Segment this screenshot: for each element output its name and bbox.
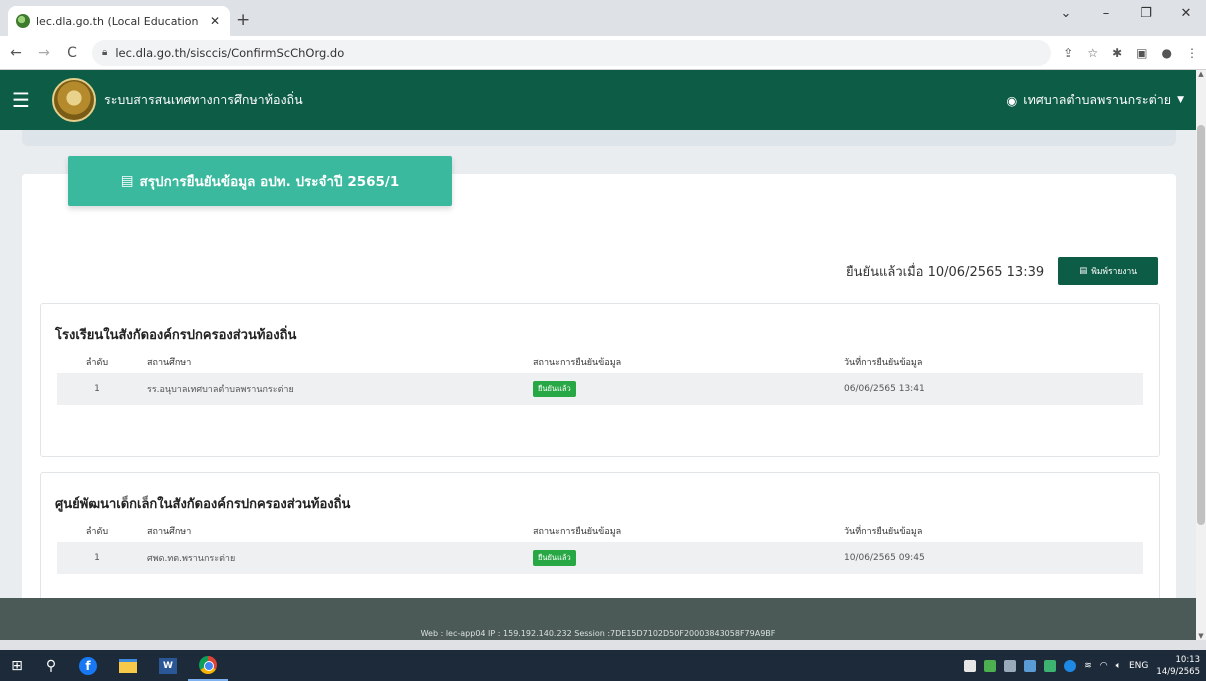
section-heading: โรงเรียนในสังกัดองค์กรปกครองส่วนท้องถิ่น <box>55 328 297 343</box>
user-name: เทศบาลตำบลพรานกระต่าย <box>1023 92 1172 107</box>
url-text: lec.dla.go.th/sisccis/ConfirmScChOrg.do <box>115 45 345 60</box>
table-header: ลำดับ สถานศึกษา สถานะการยืนยันข้อมูล วัน… <box>57 351 1143 373</box>
card-title: ▤ สรุปการยืนยันข้อมูล อปท. ประจำปี 2565/… <box>68 156 452 206</box>
confirmed-timestamp: ยืนยันแล้วเมื่อ 10/06/2565 13:39 <box>846 264 1045 280</box>
share-icon[interactable]: ⇪ <box>1063 46 1073 60</box>
tray-app-icon[interactable] <box>1044 659 1057 672</box>
user-menu[interactable]: ◉ เทศบาลตำบลพรานกระต่าย ▼ <box>1006 90 1184 110</box>
dla-logo <box>52 78 96 122</box>
footer-session-info: Web : lec-app04 IP : 159.192.140.232 Ses… <box>420 629 776 638</box>
side-panel-icon[interactable]: ▣ <box>1136 46 1147 60</box>
hamburger-menu-icon[interactable]: ☰ <box>12 88 38 112</box>
clock-time: 10:13 <box>1175 654 1201 665</box>
new-tab-button[interactable]: + <box>236 10 250 30</box>
tab-close-icon[interactable]: ✕ <box>208 14 222 28</box>
section-heading: ศูนย์พัฒนาเด็กเล็กในสังกัดองค์กรปกครองส่… <box>55 497 351 512</box>
print-report-button[interactable]: ▤ พิมพ์รายงาน <box>1058 257 1159 285</box>
row-date: 10/06/2565 09:45 <box>844 553 925 563</box>
window-controls: ⌄ – ❐ ✕ <box>1046 0 1206 30</box>
row-no: 1 <box>94 553 100 563</box>
search-icon[interactable]: ⚲ <box>34 650 68 681</box>
app-header: ☰ ระบบสารสนเทศทางการศึกษาท้องถิ่น ◉ เทศบ… <box>0 70 1196 130</box>
minimize-button[interactable]: – <box>1086 0 1126 30</box>
word-icon: W <box>159 657 177 674</box>
tray-app-icon[interactable] <box>1004 659 1017 672</box>
col-status: สถานะการยืนยันข้อมูล <box>533 527 622 537</box>
row-no: 1 <box>94 384 100 394</box>
wifi-icon[interactable]: ◠ <box>1100 661 1108 671</box>
forward-arrow-icon[interactable]: → <box>36 45 52 61</box>
reload-icon[interactable]: C <box>64 45 80 61</box>
language-indicator[interactable]: ENG <box>1129 661 1148 671</box>
row-date: 06/06/2565 13:41 <box>844 384 925 394</box>
clock-date: 14/9/2565 <box>1156 666 1200 677</box>
print-document-icon: ▤ <box>1079 266 1088 276</box>
col-school: สถานศึกษา <box>147 358 192 368</box>
taskbar-facebook[interactable]: f <box>68 650 108 681</box>
browser-tools: ⇪ ☆ ✱ ▣ ● ⋮ <box>1063 46 1198 60</box>
table-header: ลำดับ สถานศึกษา สถานะการยืนยันข้อมูล วัน… <box>57 520 1143 542</box>
col-school: สถานศึกษา <box>147 527 192 537</box>
chrome-icon <box>199 655 217 674</box>
windows-start-icon[interactable]: ⊞ <box>0 650 34 681</box>
taskbar-file-explorer[interactable] <box>108 650 148 681</box>
bluetooth-icon[interactable] <box>1064 659 1077 672</box>
document-icon: ▤ <box>120 173 134 189</box>
row-status-cell: ยืนยันแล้ว <box>533 550 844 566</box>
browser-tab[interactable]: lec.dla.go.th (Local Education Ce ✕ <box>8 6 230 36</box>
col-no: ลำดับ <box>85 527 109 537</box>
status-badge: ยืนยันแล้ว <box>533 381 576 397</box>
taskbar-word[interactable]: W <box>148 650 188 681</box>
top-card-edge <box>22 130 1176 146</box>
file-explorer-icon <box>119 658 137 673</box>
maximize-button[interactable]: ❐ <box>1126 0 1166 30</box>
row-school-name: ศพด.ทต.พรานกระต่าย <box>147 554 236 564</box>
status-badge: ยืนยันแล้ว <box>533 550 576 566</box>
menu-kebab-icon[interactable]: ⋮ <box>1186 46 1198 60</box>
tray-app-icon[interactable] <box>984 659 997 672</box>
app-title: ระบบสารสนเทศทางการศึกษาท้องถิ่น <box>104 92 303 107</box>
browser-tab-bar: lec.dla.go.th (Local Education Ce ✕ + ⌄ … <box>0 0 1206 36</box>
address-toolbar: ← → C 🔒︎ lec.dla.go.th/sisccis/ConfirmSc… <box>0 36 1206 70</box>
scroll-thumb[interactable] <box>1197 125 1205 525</box>
row-status-cell: ยืนยันแล้ว <box>533 381 844 397</box>
tray-app-icon[interactable] <box>964 659 977 672</box>
col-date: วันที่การยืนยันข้อมูล <box>844 527 923 537</box>
facebook-icon: f <box>79 656 97 675</box>
profile-icon[interactable]: ● <box>1162 46 1172 60</box>
tab-title: lec.dla.go.th (Local Education Ce <box>36 14 202 28</box>
page-footer: Web : lec-app04 IP : 159.192.140.232 Ses… <box>0 598 1196 640</box>
taskbar-clock[interactable]: 10:13 14/9/2565 <box>1156 654 1200 678</box>
col-no: ลำดับ <box>85 358 109 368</box>
url-bar[interactable]: 🔒︎ lec.dla.go.th/sisccis/ConfirmScChOrg.… <box>92 39 1052 66</box>
user-circle-icon: ◉ <box>1006 92 1018 108</box>
col-status: สถานะการยืนยันข้อมูล <box>533 358 622 368</box>
volume-icon[interactable]: 🔈︎ <box>1116 661 1121 671</box>
print-button-label: พิมพ์รายงาน <box>1091 267 1138 277</box>
confirm-row: ยืนยันแล้วเมื่อ 10/06/2565 13:39 ▤ พิมพ์… <box>846 257 1159 285</box>
network-icon[interactable]: ≋ <box>1084 661 1092 671</box>
site-favicon-icon <box>16 14 30 28</box>
page-scrollbar[interactable]: ▲ ▼ <box>1196 70 1206 640</box>
lock-icon: 🔒︎ <box>102 47 108 58</box>
schools-section: โรงเรียนในสังกัดองค์กรปกครองส่วนท้องถิ่น… <box>40 303 1160 457</box>
windows-taskbar: ⊞ ⚲ f W ≋ ◠ 🔈︎ ENG 10:13 14/9/2565 <box>0 650 1206 681</box>
child-centers-section: ศูนย์พัฒนาเด็กเล็กในสังกัดองค์กรปกครองส่… <box>40 472 1160 612</box>
table-row: 1 รร.อนุบาลเทศบาลตำบลพรานกระต่าย ยืนยันแ… <box>57 373 1143 405</box>
back-arrow-icon[interactable]: ← <box>8 45 24 61</box>
card-title-text: สรุปการยืนยันข้อมูล อปท. ประจำปี 2565/1 <box>139 174 400 190</box>
caret-down-icon: ▼ <box>1177 95 1184 105</box>
close-window-button[interactable]: ✕ <box>1166 0 1206 30</box>
col-date: วันที่การยืนยันข้อมูล <box>844 358 923 368</box>
tray-app-icon[interactable] <box>1024 659 1037 672</box>
row-school-name: รร.อนุบาลเทศบาลตำบลพรานกระต่าย <box>147 385 294 395</box>
scroll-up-icon[interactable]: ▲ <box>1196 70 1206 78</box>
system-tray: ≋ ◠ 🔈︎ ENG 10:13 14/9/2565 <box>964 654 1206 678</box>
taskbar-chrome[interactable] <box>188 650 228 681</box>
tab-search-dropdown-icon[interactable]: ⌄ <box>1046 0 1086 30</box>
bookmark-star-icon[interactable]: ☆ <box>1087 46 1098 60</box>
scroll-down-icon[interactable]: ▼ <box>1196 632 1206 640</box>
table-row: 1 ศพด.ทต.พรานกระต่าย ยืนยันแล้ว 10/06/25… <box>57 542 1143 574</box>
extensions-puzzle-icon[interactable]: ✱ <box>1112 46 1122 60</box>
